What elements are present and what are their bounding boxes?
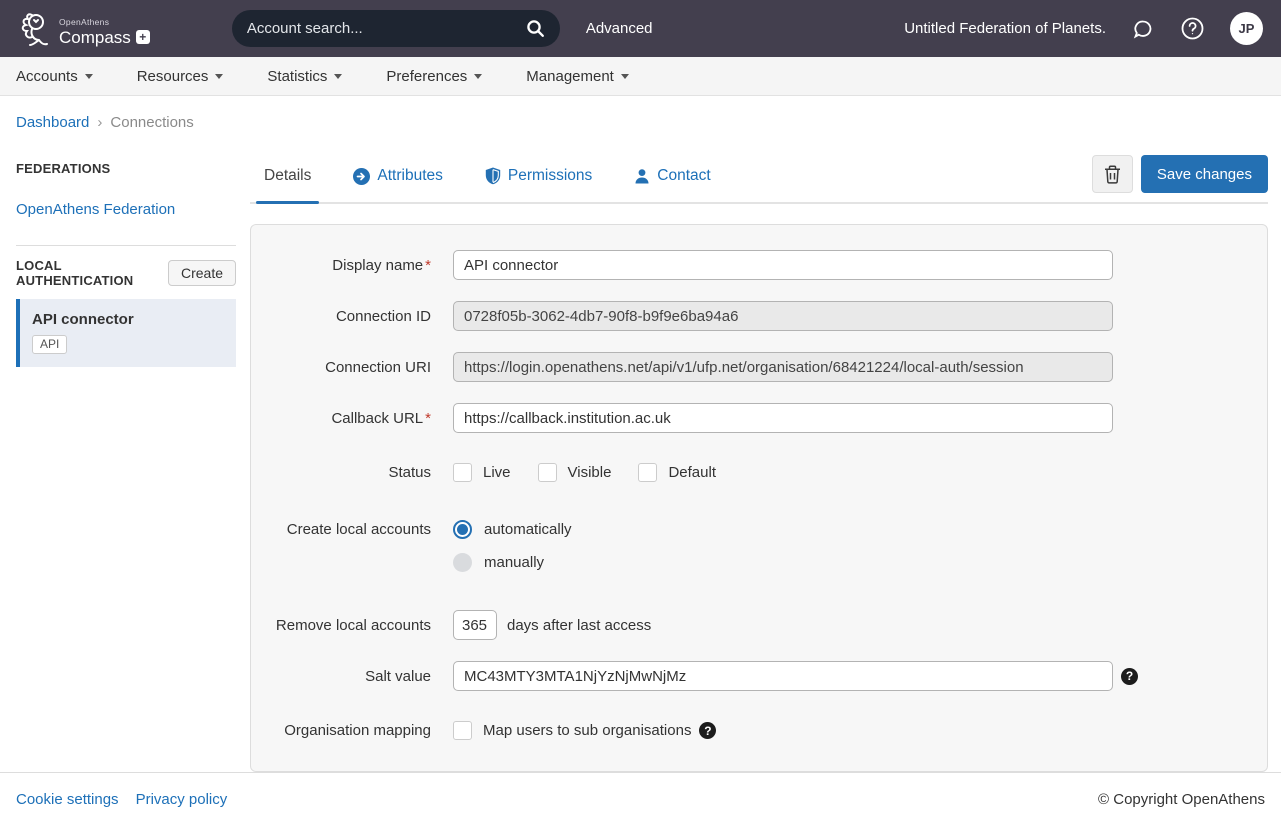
organisation-mapping-label: Organisation mapping [251,722,431,739]
status-live-label: Live [483,464,511,481]
nav-accounts[interactable]: Accounts [16,68,93,85]
logo-product-text: Compass [59,29,131,46]
chevron-down-icon [85,74,93,79]
person-icon [634,168,650,184]
local-authentication-heading: LOCAL AUTHENTICATION [16,258,168,288]
create-accounts-automatically-radio[interactable] [453,520,472,539]
salt-value-label: Salt value [251,668,431,685]
chat-bubble-icon [1131,17,1155,41]
salt-value-field[interactable] [453,661,1113,691]
breadcrumb-current: Connections [110,114,193,131]
cookie-settings-link[interactable]: Cookie settings [16,791,119,808]
status-default-label: Default [668,464,716,481]
nav-management[interactable]: Management [526,68,629,85]
chat-button[interactable] [1131,17,1155,41]
sidebar-item-api-connector[interactable]: API connector API [16,299,236,367]
status-visible-checkbox[interactable] [538,463,557,482]
sidebar-item-openathens-federation[interactable]: OpenAthens Federation [16,201,236,218]
nav-resources[interactable]: Resources [137,68,224,85]
account-search-box [232,10,560,47]
breadcrumb: Dashboard › Connections [0,96,1281,139]
search-input[interactable] [247,20,526,37]
connection-id-label: Connection ID [251,308,431,325]
user-avatar[interactable]: JP [1230,12,1263,45]
tab-attributes[interactable]: Attributes [349,155,446,202]
required-marker: * [425,257,431,274]
organisation-name: Untitled Federation of Planets. [904,20,1106,37]
remove-days-field[interactable] [453,610,497,640]
footer: Cookie settings Privacy policy © Copyrig… [0,772,1281,825]
status-live-checkbox[interactable] [453,463,472,482]
create-local-accounts-label: Create local accounts [251,521,431,538]
chevron-down-icon [334,74,342,79]
status-default-checkbox[interactable] [638,463,657,482]
org-mapping-help-icon[interactable]: ? [699,722,716,739]
salt-help-icon[interactable]: ? [1121,668,1138,685]
remove-local-accounts-label: Remove local accounts [251,617,431,634]
openathens-compass-logo[interactable]: OpenAthens Compass + [18,9,150,49]
breadcrumb-separator: › [97,114,102,131]
top-bar: OpenAthens Compass + Advanced Untitled F… [0,0,1281,57]
required-marker: * [425,410,431,427]
org-mapping-checkbox[interactable] [453,721,472,740]
status-visible-label: Visible [568,464,612,481]
search-button[interactable] [526,19,545,38]
create-accounts-manually-radio[interactable] [453,553,472,572]
federations-heading: FEDERATIONS [16,161,236,176]
callback-url-field[interactable] [453,403,1113,433]
details-form-panel: Display name* Connection ID Connection U… [250,224,1268,772]
tab-details[interactable]: Details [260,155,315,202]
logo-brand-text: OpenAthens [59,18,150,27]
automatically-label: automatically [484,521,572,538]
status-label: Status [251,464,431,481]
connection-name: API connector [32,311,224,328]
compass-plus-icon: + [136,30,150,44]
openathens-owl-icon [18,9,52,49]
tab-bar: Details Attributes Permissions [250,155,715,202]
help-button[interactable] [1180,16,1205,41]
display-name-field[interactable] [453,250,1113,280]
connection-id-field [453,301,1113,331]
delete-connection-button[interactable] [1092,155,1133,193]
nav-statistics[interactable]: Statistics [267,68,342,85]
privacy-policy-link[interactable]: Privacy policy [136,791,228,808]
search-icon [526,19,545,38]
breadcrumb-dashboard-link[interactable]: Dashboard [16,114,89,131]
copyright-text: © Copyright OpenAthens [1098,791,1265,808]
sidebar: FEDERATIONS OpenAthens Federation LOCAL … [16,139,236,367]
trash-icon [1104,165,1121,184]
connection-type-badge: API [32,335,67,354]
shield-icon [485,167,501,185]
advanced-search-link[interactable]: Advanced [586,20,653,37]
create-connection-button[interactable]: Create [168,260,236,286]
main-content: Details Attributes Permissions [250,139,1268,772]
chevron-down-icon [621,74,629,79]
chevron-down-icon [215,74,223,79]
callback-url-label: Callback URL [331,410,423,427]
main-menu-bar: Accounts Resources Statistics Preference… [0,57,1281,96]
tab-contact[interactable]: Contact [630,155,714,202]
manually-label: manually [484,554,544,571]
sidebar-divider [16,245,236,246]
remove-days-suffix: days after last access [507,617,651,634]
tab-permissions[interactable]: Permissions [481,155,596,202]
org-mapping-option-label: Map users to sub organisations [483,722,691,739]
nav-preferences[interactable]: Preferences [386,68,482,85]
chevron-down-icon [474,74,482,79]
connection-uri-label: Connection URI [251,359,431,376]
arrow-circle-icon [353,168,370,185]
save-changes-button[interactable]: Save changes [1141,155,1268,193]
display-name-label: Display name [332,257,423,274]
help-circle-icon [1180,16,1205,41]
connection-uri-field [453,352,1113,382]
